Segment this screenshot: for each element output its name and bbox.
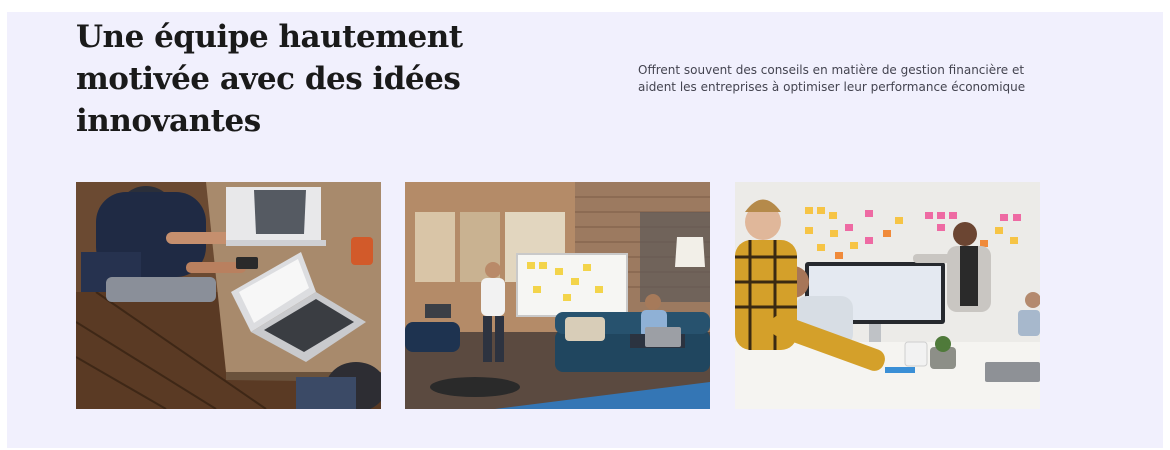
section-headline: Une équipe hautement motivée avec des id… xyxy=(76,19,463,139)
team-photo-sticky-notes xyxy=(735,182,1040,409)
section-intro-text: Offrent souvent des conseils en matière … xyxy=(638,63,1026,94)
team-photo-laptops xyxy=(76,182,381,409)
team-photo-laptops-image xyxy=(76,182,381,409)
team-photo-whiteboard xyxy=(405,182,710,409)
team-photo-whiteboard-image xyxy=(405,182,710,409)
team-photo-sticky-notes-image xyxy=(735,182,1040,409)
team-section: Une équipe hautement motivée avec des id… xyxy=(7,12,1163,448)
